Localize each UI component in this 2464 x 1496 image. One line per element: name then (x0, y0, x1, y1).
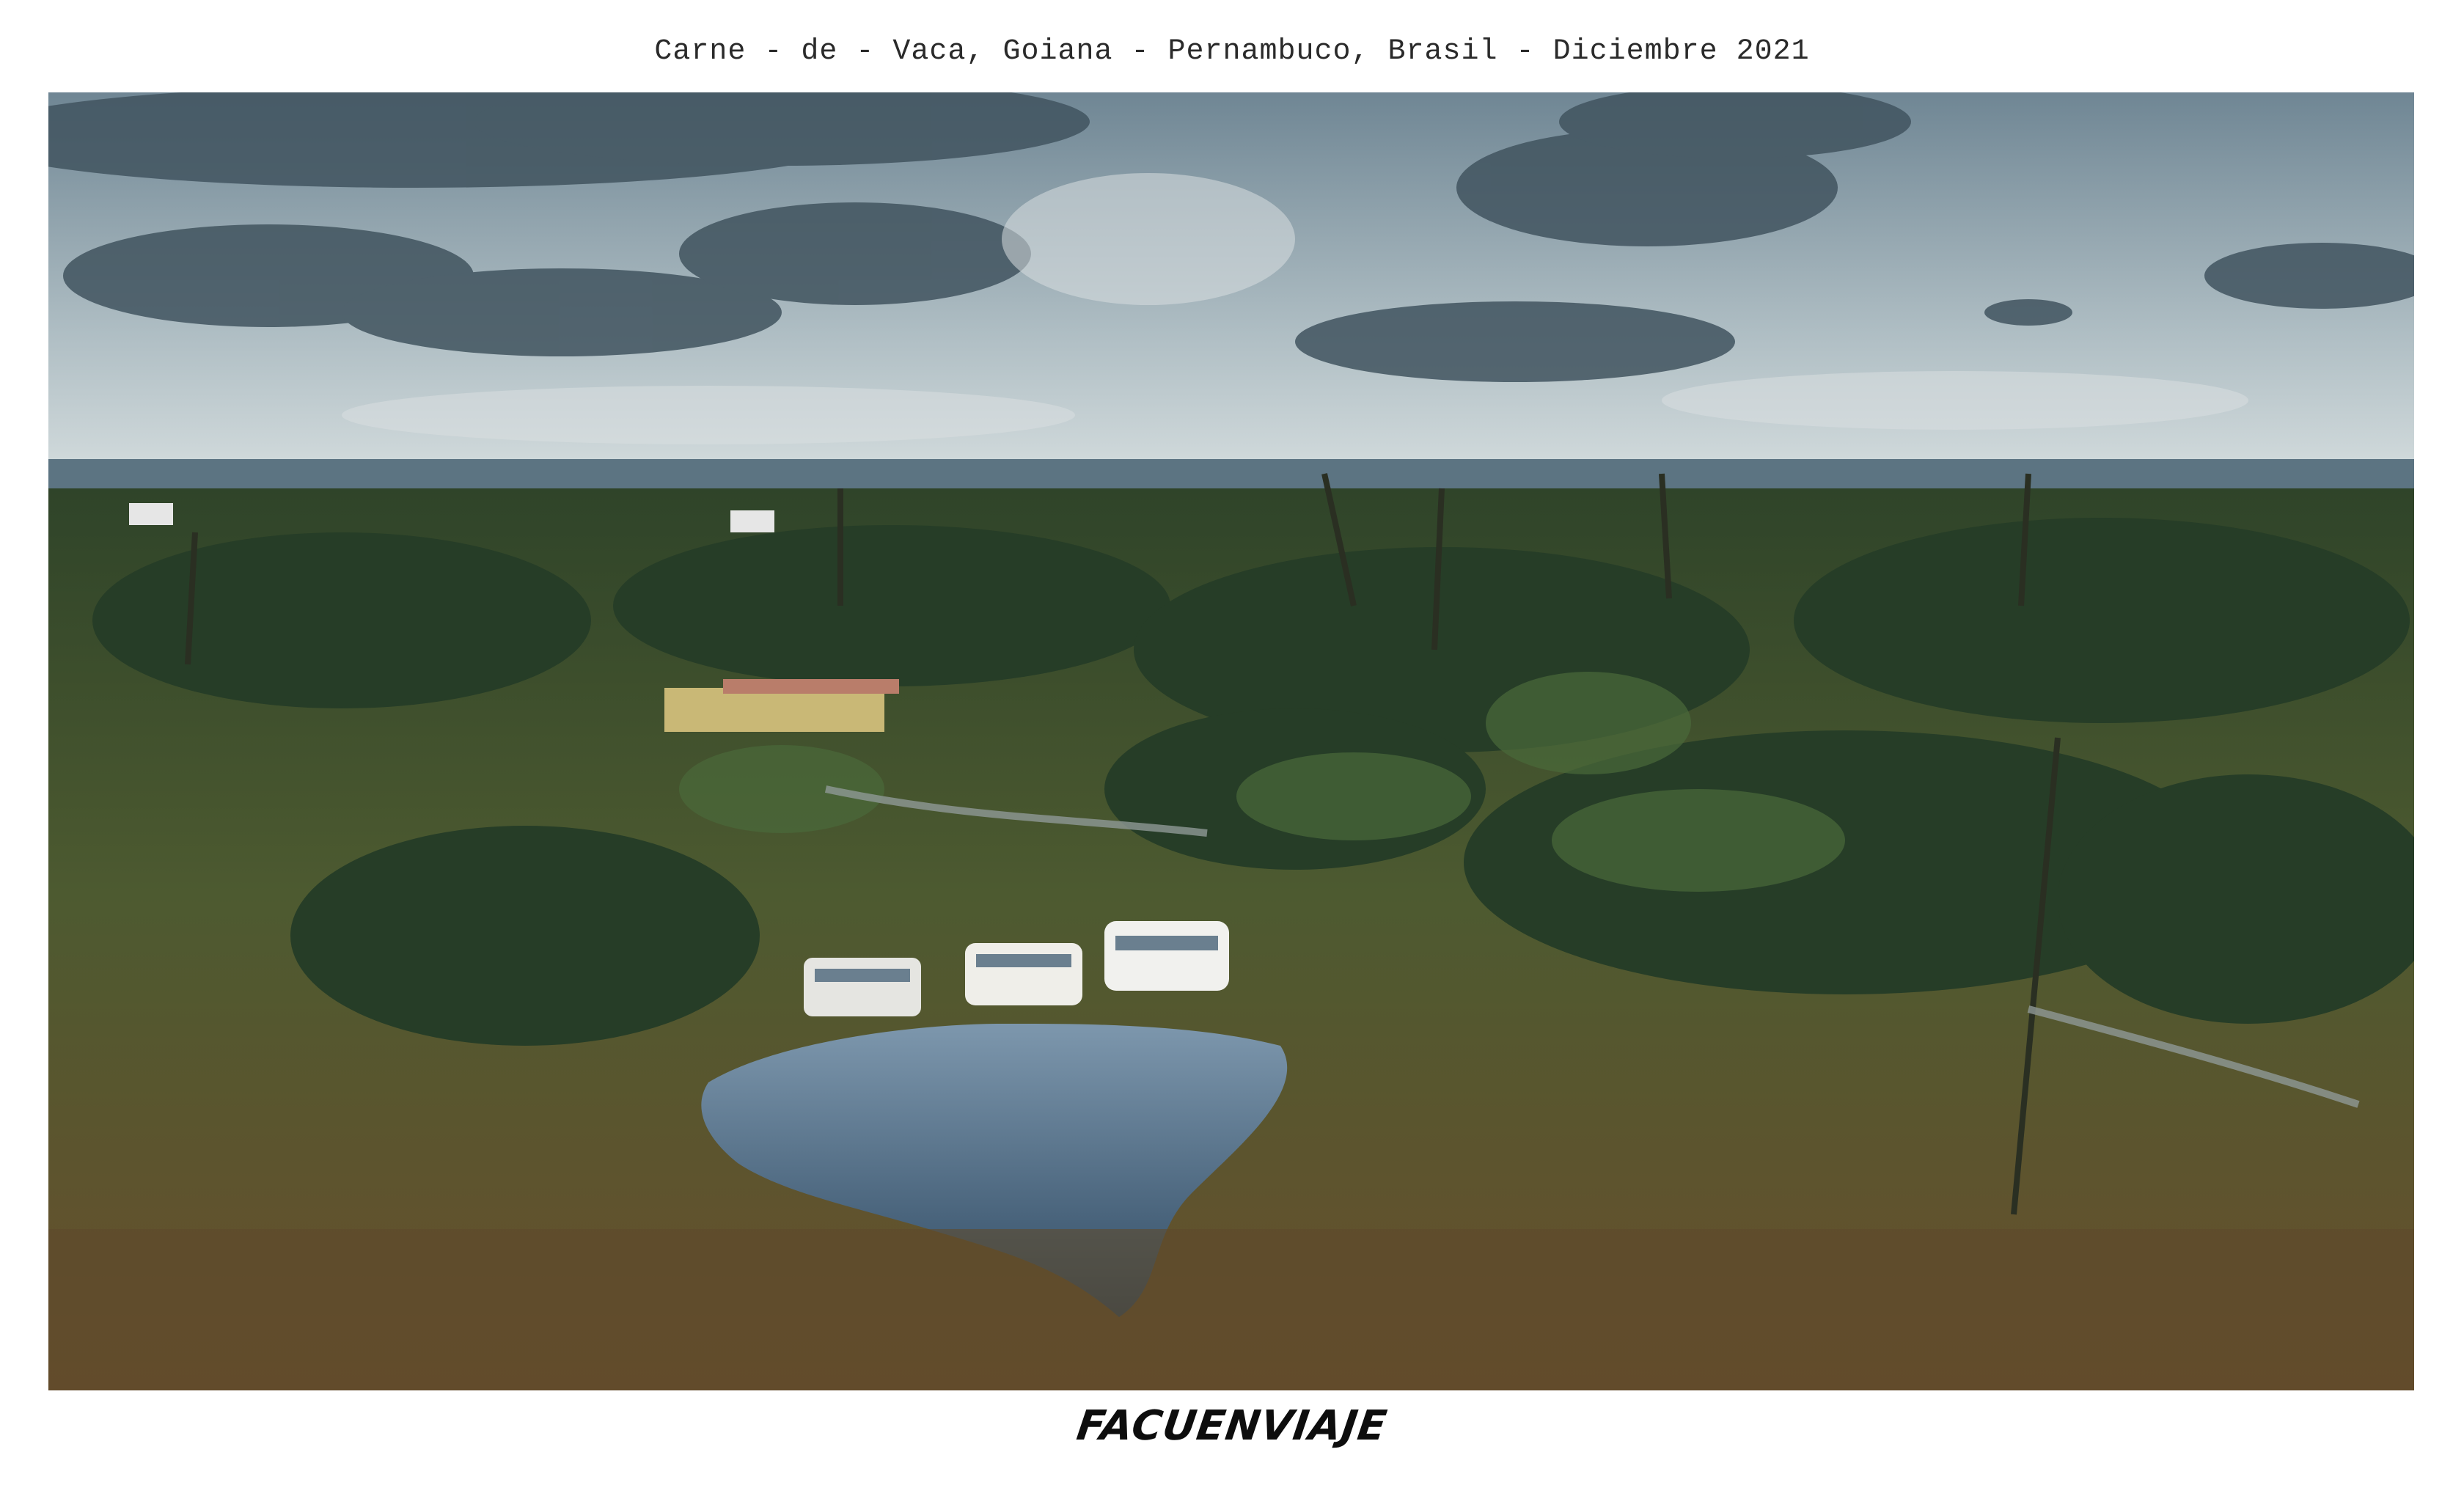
photo-caption: Carne - de - Vaca, Goiana - Pernambuco, … (654, 35, 1810, 68)
landscape-photo (48, 92, 2414, 1390)
brand-logo: FACUENVIAJE (1074, 1402, 1390, 1450)
foreground-grass (48, 1229, 2414, 1390)
